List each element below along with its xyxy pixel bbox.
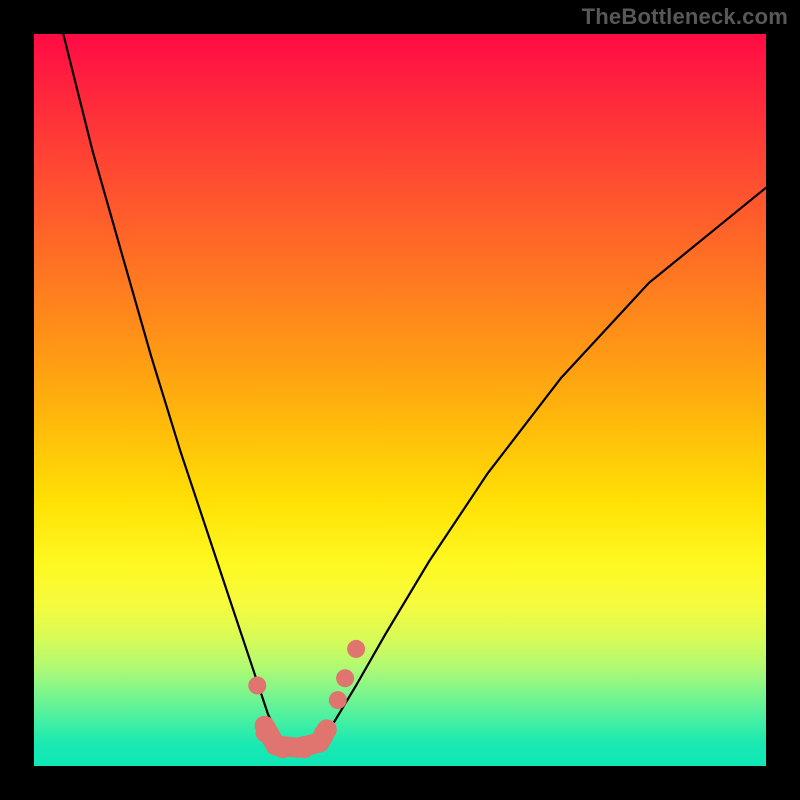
trough-marker-dot: [256, 724, 274, 742]
trough-marker-dot: [329, 691, 347, 709]
bottleneck-curve: [63, 34, 766, 751]
plot-area: [34, 34, 766, 766]
chart-frame: TheBottleneck.com: [0, 0, 800, 800]
trough-marker-dot: [248, 677, 266, 695]
watermark-text: TheBottleneck.com: [582, 4, 788, 30]
trough-marker-dot: [347, 640, 365, 658]
trough-marker-dot: [274, 740, 292, 758]
trough-marker-dot: [296, 740, 314, 758]
curve-layer: [34, 34, 766, 766]
trough-marker-dot: [336, 669, 354, 687]
trough-marker-dot: [314, 724, 332, 742]
